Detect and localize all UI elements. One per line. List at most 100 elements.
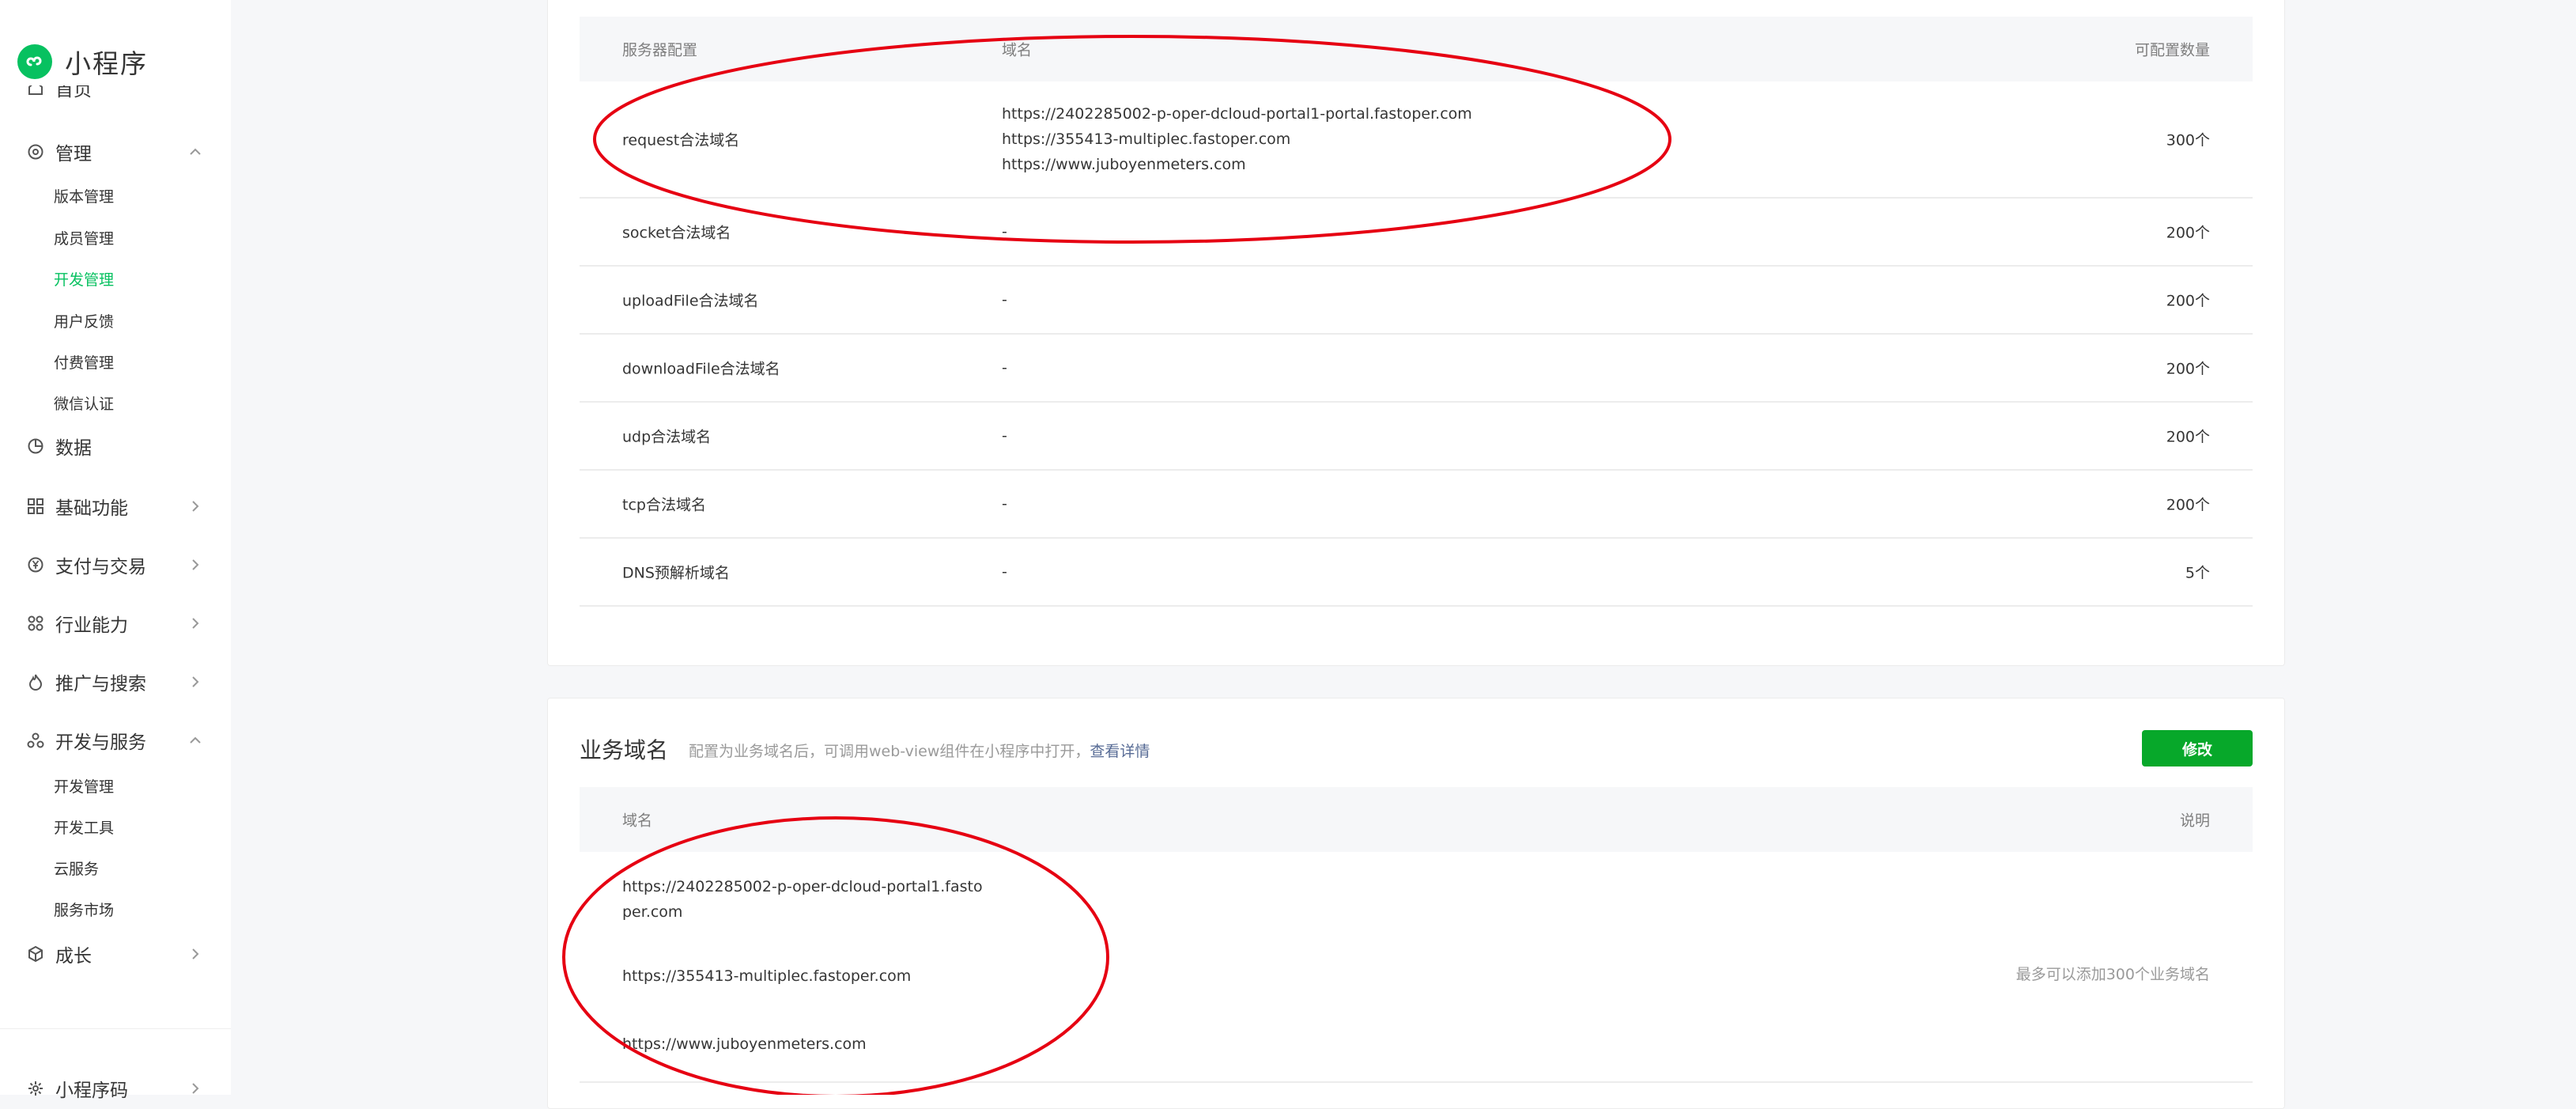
server-config-table-header: 服务器配置 域名 可配置数量 bbox=[580, 17, 2253, 81]
row-type: socket合法域名 bbox=[622, 224, 731, 242]
mini-program-logo-icon bbox=[17, 44, 52, 79]
row-type: downloadFile合法域名 bbox=[622, 360, 780, 378]
business-domain-item: https://355413-multiplec.fastoper.com bbox=[622, 967, 912, 985]
dev-service-icon bbox=[27, 732, 44, 749]
row-quota: 5个 bbox=[2185, 564, 2210, 582]
sidebar-group-label: 小程序码 bbox=[55, 1081, 128, 1101]
sidebar-divider bbox=[0, 1028, 231, 1029]
table-row-upload: uploadFile合法域名 - 200个 bbox=[580, 267, 2253, 335]
chevron-up-icon bbox=[190, 148, 201, 155]
details-link[interactable]: 查看详情 bbox=[1090, 743, 1150, 760]
table-row-socket: socket合法域名 - 200个 bbox=[580, 199, 2253, 267]
sidebar-group-dev-service[interactable]: 开发与服务 bbox=[27, 725, 204, 756]
chevron-right-icon bbox=[192, 501, 199, 512]
sidebar-item-billing[interactable]: 付费管理 bbox=[54, 348, 114, 375]
sidebar-group-promotion[interactable]: 推广与搜索 bbox=[27, 666, 204, 698]
row-domains: - bbox=[1002, 291, 1007, 308]
brand[interactable]: 小程序 bbox=[17, 43, 148, 81]
sidebar-group-label: 管理 bbox=[55, 144, 92, 165]
table-row-tcp: tcp合法域名 - 200个 bbox=[580, 471, 2253, 539]
grid-icon bbox=[27, 498, 44, 515]
sidebar-item-dev-tools[interactable]: 开发工具 bbox=[54, 813, 114, 840]
chevron-right-icon bbox=[192, 676, 199, 687]
sidebar-group-qrcode[interactable]: 小程序码 bbox=[27, 1073, 204, 1104]
server-config-card: 服务器配置 域名 可配置数量 request合法域名 https://24022… bbox=[547, 0, 2285, 666]
section-description: 配置为业务域名后，可调用web-view组件在小程序中打开，查看详情 bbox=[689, 740, 1150, 761]
header-quota: 可配置数量 bbox=[2134, 41, 2210, 59]
sidebar-group-label: 数据 bbox=[55, 438, 92, 459]
header-domain: 域名 bbox=[622, 812, 653, 830]
sidebar-group-label: 支付与交易 bbox=[55, 557, 146, 577]
table-row-download: downloadFile合法域名 - 200个 bbox=[580, 335, 2253, 403]
growth-icon bbox=[27, 945, 44, 963]
row-domains: - bbox=[1002, 359, 1007, 377]
brand-title: 小程序 bbox=[65, 48, 148, 79]
sidebar-item-dev-manage-2[interactable]: 开发管理 bbox=[54, 772, 114, 799]
row-domains: - bbox=[1002, 427, 1007, 445]
row-type: DNS预解析域名 bbox=[622, 564, 730, 582]
section-title: 业务域名 bbox=[580, 737, 669, 763]
domain-value: https://355413-multiplec.fastoper.com bbox=[1002, 131, 1291, 148]
pie-chart-icon bbox=[27, 437, 44, 455]
sidebar-group-label: 推广与搜索 bbox=[55, 674, 146, 695]
row-type: request合法域名 bbox=[622, 131, 740, 150]
sidebar-group-label: 开发与服务 bbox=[55, 732, 146, 753]
modify-button[interactable]: 修改 bbox=[2142, 730, 2253, 766]
sidebar-group-data[interactable]: 数据 bbox=[27, 430, 204, 462]
domain-value: per.com bbox=[622, 903, 683, 921]
sidebar-item-home[interactable]: 首页 bbox=[27, 85, 153, 104]
row-quota: 200个 bbox=[2166, 224, 2210, 242]
settings-icon bbox=[27, 143, 44, 161]
business-domain-note: 最多可以添加300个业务域名 bbox=[2015, 966, 2210, 983]
sidebar-group-growth[interactable]: 成长 bbox=[27, 938, 204, 970]
business-domain-item: https://2402285002-p-oper-dcloud-portal1… bbox=[622, 874, 983, 925]
sidebar-group-label: 基础功能 bbox=[55, 498, 128, 519]
row-quota: 300个 bbox=[2166, 131, 2210, 150]
flame-icon bbox=[27, 673, 44, 691]
chevron-up-icon bbox=[190, 736, 201, 744]
sidebar-group-manage[interactable]: 管理 bbox=[27, 136, 204, 168]
row-domains: - bbox=[1002, 495, 1007, 513]
sidebar-group-basic[interactable]: 基础功能 bbox=[27, 490, 204, 522]
header-note: 说明 bbox=[2179, 812, 2210, 830]
table-row-udp: udp合法域名 - 200个 bbox=[580, 403, 2253, 471]
row-type: udp合法域名 bbox=[622, 428, 712, 446]
sidebar-item-label: 首页 bbox=[55, 85, 92, 100]
table-row-dns: DNS预解析域名 - 5个 bbox=[580, 539, 2253, 607]
row-divider bbox=[580, 1081, 2253, 1083]
sidebar-item-cloud[interactable]: 云服务 bbox=[54, 854, 99, 881]
sidebar-group-industry[interactable]: 行业能力 bbox=[27, 607, 204, 639]
header-domain: 域名 bbox=[1002, 41, 1033, 59]
row-domains: - bbox=[1002, 563, 1007, 581]
chevron-right-icon bbox=[192, 948, 199, 959]
row-quota: 200个 bbox=[2166, 292, 2210, 310]
row-domains: https://2402285002-p-oper-dcloud-portal1… bbox=[1002, 101, 1472, 177]
sidebar-item-members[interactable]: 成员管理 bbox=[54, 224, 114, 251]
row-quota: 200个 bbox=[2166, 360, 2210, 378]
header-type: 服务器配置 bbox=[622, 41, 698, 59]
sidebar-item-version[interactable]: 版本管理 bbox=[54, 182, 114, 209]
row-type: uploadFile合法域名 bbox=[622, 292, 759, 310]
sidebar-item-wechat-verify[interactable]: 微信认证 bbox=[54, 389, 114, 416]
sidebar-group-label: 成长 bbox=[55, 946, 92, 967]
description-text: 配置为业务域名后，可调用web-view组件在小程序中打开， bbox=[689, 743, 1090, 760]
domain-value: https://www.juboyenmeters.com bbox=[1002, 156, 1246, 173]
sidebar-group-payment[interactable]: 支付与交易 bbox=[27, 549, 204, 581]
sidebar-item-dev-manage[interactable]: 开发管理 bbox=[54, 265, 114, 292]
business-table-header: 域名 说明 bbox=[580, 787, 2253, 852]
industry-icon bbox=[27, 615, 44, 632]
domain-value: https://2402285002-p-oper-dcloud-portal1… bbox=[1002, 105, 1472, 123]
home-icon bbox=[27, 85, 44, 97]
row-quota: 200个 bbox=[2166, 496, 2210, 514]
sidebar-item-market[interactable]: 服务市场 bbox=[54, 895, 114, 922]
sidebar: 小程序 首页 管理 版本管理 成员管理 开发管理 用户反馈 付费管理 微信认证 … bbox=[0, 0, 231, 1101]
chevron-right-icon bbox=[192, 618, 199, 629]
row-type: tcp合法域名 bbox=[622, 496, 706, 514]
row-quota: 200个 bbox=[2166, 428, 2210, 446]
business-domain-item: https://www.juboyenmeters.com bbox=[622, 1035, 867, 1053]
sidebar-group-label: 行业能力 bbox=[55, 615, 128, 636]
yen-icon bbox=[27, 556, 44, 573]
business-domain-card: 业务域名 配置为业务域名后，可调用web-view组件在小程序中打开，查看详情 … bbox=[547, 698, 2285, 1109]
row-domains: - bbox=[1002, 223, 1007, 240]
sidebar-item-feedback[interactable]: 用户反馈 bbox=[54, 307, 114, 334]
